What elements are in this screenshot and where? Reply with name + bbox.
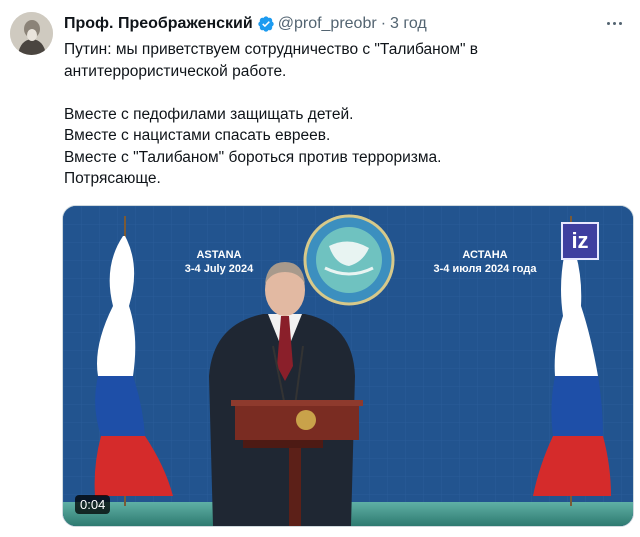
video-player[interactable]: ASTANA 3-4 July 2024 АСТАНА 3-4 июля 202… bbox=[62, 205, 634, 527]
banner-right-date: 3-4 июля 2024 года bbox=[434, 263, 538, 275]
text-line: Вместе с педофилами защищать детей. bbox=[64, 105, 354, 123]
text-line: антитеррористической работе. bbox=[64, 62, 287, 80]
avatar[interactable] bbox=[10, 12, 53, 55]
video-frame: ASTANA 3-4 July 2024 АСТАНА 3-4 июля 202… bbox=[63, 206, 633, 526]
verified-badge-icon bbox=[258, 16, 274, 32]
text-line: Путин: мы приветствуем сотрудничество с … bbox=[64, 41, 479, 58]
video-duration-badge: 0:04 bbox=[75, 495, 111, 514]
banner-left-city: ASTANA bbox=[196, 249, 241, 261]
tweet-time[interactable]: 3 год bbox=[390, 15, 427, 33]
text-line: Вместе с "Талибаном" бороться против тер… bbox=[64, 148, 442, 166]
tweet-header: Проф. Преображенский @prof_preobr · 3 го… bbox=[64, 13, 427, 35]
author-handle[interactable]: @prof_preobr bbox=[278, 15, 377, 33]
text-line: Потрясающе. bbox=[64, 170, 161, 187]
izvestia-logo: iz bbox=[561, 222, 599, 260]
separator-dot: · bbox=[380, 15, 387, 32]
tweet-text: Путин: мы приветствуем сотрудничество с … bbox=[64, 39, 624, 190]
tweet[interactable]: Проф. Преображенский @prof_preobr · 3 го… bbox=[0, 0, 640, 537]
more-options-icon[interactable] bbox=[602, 13, 626, 33]
text-line: Вместе с нацистами спасать евреев. bbox=[64, 127, 331, 144]
banner-left-date: 3-4 July 2024 bbox=[185, 263, 254, 275]
banner-right-city: АСТАНА bbox=[462, 249, 507, 261]
author-name[interactable]: Проф. Преображенский bbox=[64, 15, 253, 33]
